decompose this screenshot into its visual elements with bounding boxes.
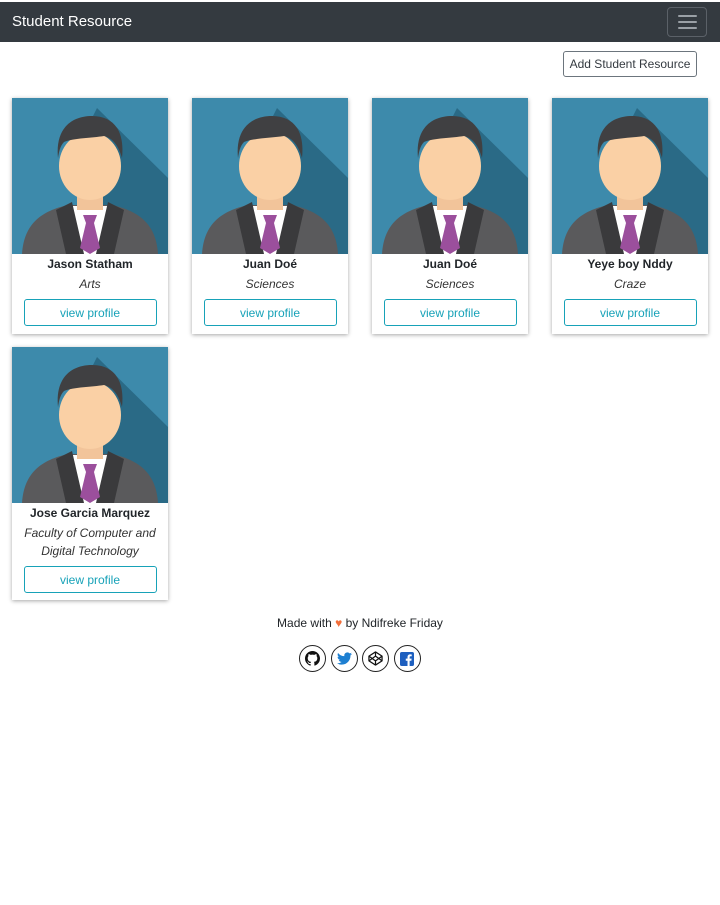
student-name: Yeye boy Nddy bbox=[587, 257, 673, 271]
brand-title[interactable]: Student Resource bbox=[12, 13, 132, 31]
student-card: Juan Doé Sciences view profile bbox=[192, 98, 348, 334]
footer-credit: Made with ♥ by Ndifreke Friday bbox=[0, 616, 720, 630]
student-name: Jason Statham bbox=[47, 257, 133, 271]
navbar: Student Resource bbox=[0, 2, 720, 42]
twitter-icon[interactable] bbox=[330, 645, 358, 672]
student-name: Juan Doé bbox=[242, 257, 297, 271]
student-department: Craze bbox=[613, 277, 646, 291]
student-department: Arts bbox=[79, 277, 101, 291]
student-name: Jose Garcia Marquez bbox=[29, 506, 151, 520]
student-department: Sciences bbox=[425, 277, 475, 291]
view-profile-button[interactable]: view profile bbox=[383, 299, 517, 326]
student-avatar bbox=[192, 98, 348, 254]
facebook-icon[interactable] bbox=[393, 645, 421, 672]
student-avatar bbox=[12, 347, 168, 503]
social-links bbox=[299, 645, 421, 675]
student-avatar bbox=[12, 98, 168, 254]
add-student-resource-button[interactable]: Add Student Resource bbox=[563, 51, 697, 77]
view-profile-button[interactable]: view profile bbox=[203, 299, 337, 326]
github-icon[interactable] bbox=[299, 645, 326, 672]
hamburger-icon bbox=[678, 15, 697, 17]
student-department: Sciences bbox=[245, 277, 295, 291]
student-card: Jose Garcia Marquez Faculty of Computer … bbox=[12, 347, 168, 600]
heart-icon: ♥ bbox=[335, 616, 343, 630]
student-avatar bbox=[372, 98, 528, 254]
footer-made-with: Made with bbox=[277, 616, 332, 630]
student-card: Juan Doé Sciences view profile bbox=[372, 98, 528, 334]
student-card: Yeye boy Nddy Craze view profile bbox=[552, 98, 708, 334]
student-card: Jason Statham Arts view profile bbox=[12, 98, 168, 334]
student-avatar bbox=[552, 98, 708, 254]
menu-toggle-button[interactable] bbox=[667, 7, 707, 37]
footer-author: by Ndifreke Friday bbox=[345, 616, 443, 630]
view-profile-button[interactable]: view profile bbox=[23, 566, 157, 593]
view-profile-button[interactable]: view profile bbox=[563, 299, 697, 326]
view-profile-button[interactable]: view profile bbox=[23, 299, 157, 326]
codepen-icon[interactable] bbox=[362, 645, 390, 672]
student-department: Faculty of Computer and Digital Technolo… bbox=[24, 526, 156, 558]
student-name: Juan Doé bbox=[422, 257, 477, 271]
